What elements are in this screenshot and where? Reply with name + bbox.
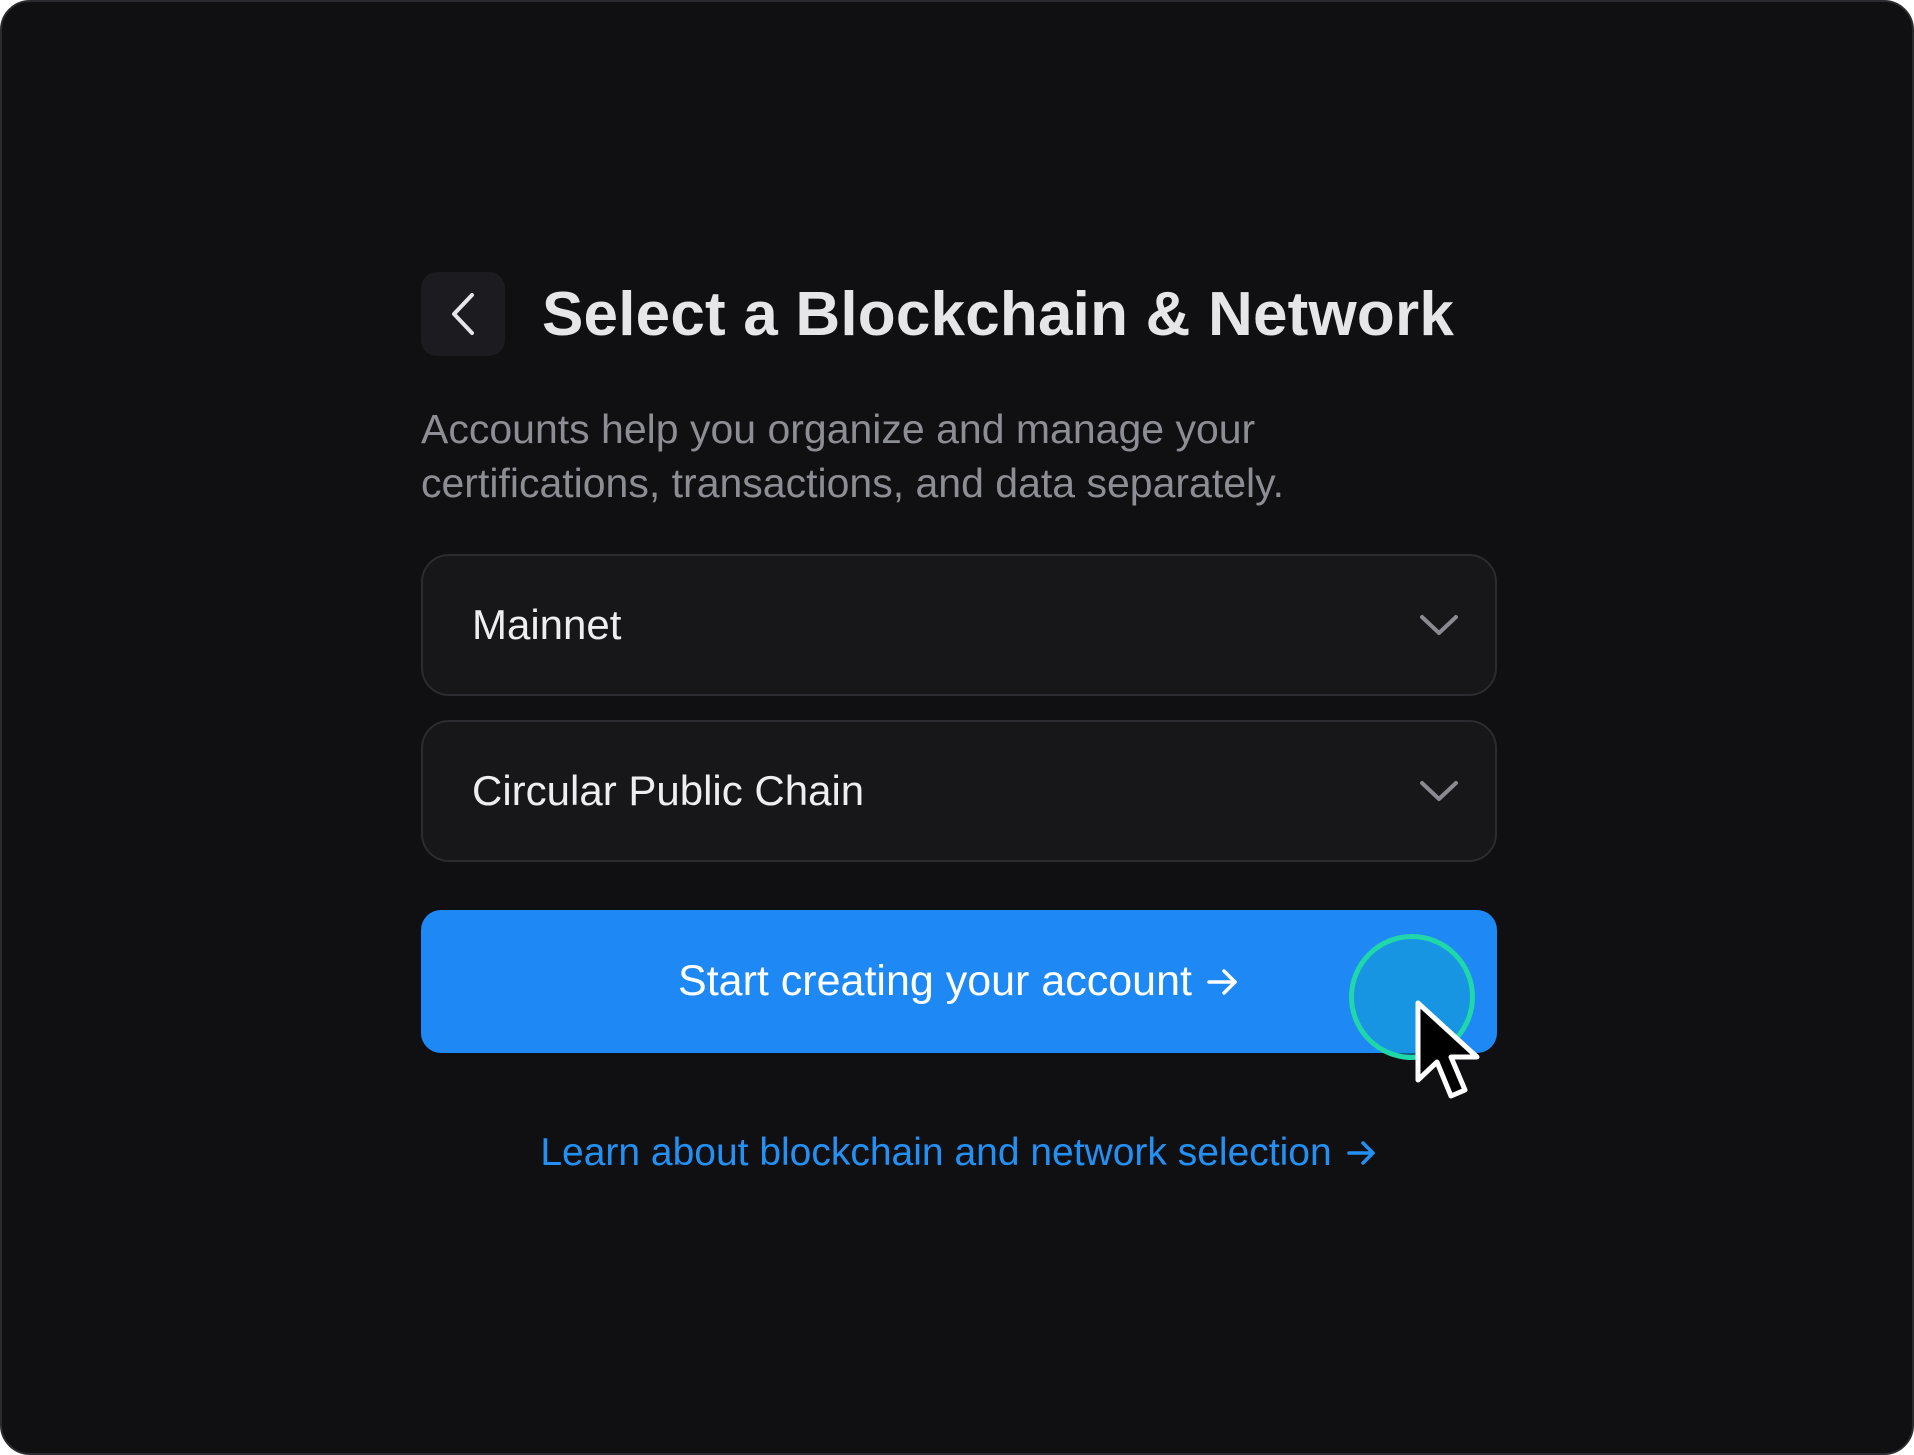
blockchain-select[interactable]: Circular Public Chain	[421, 720, 1497, 862]
mouse-pointer-icon	[1413, 998, 1483, 1113]
network-select[interactable]: Mainnet	[421, 554, 1497, 696]
description-line-1: Accounts help you organize and manage yo…	[421, 406, 1256, 452]
arrow-right-icon	[1206, 967, 1240, 997]
app-window: Select a Blockchain & Network Accounts h…	[0, 0, 1914, 1455]
description-line-2: certifications, transactions, and data s…	[421, 460, 1284, 506]
header: Select a Blockchain & Network	[421, 272, 1497, 356]
network-selection-panel: Select a Blockchain & Network Accounts h…	[421, 272, 1497, 1175]
learn-selection-link-label: Learn about blockchain and network selec…	[540, 1131, 1332, 1174]
chevron-down-icon	[1419, 779, 1459, 803]
network-select-value: Mainnet	[472, 601, 622, 648]
learn-selection-link[interactable]: Learn about blockchain and network selec…	[421, 1131, 1497, 1175]
back-button[interactable]	[421, 272, 505, 356]
arrow-right-icon	[1346, 1139, 1378, 1167]
blockchain-select-value: Circular Public Chain	[472, 767, 865, 814]
page-description: Accounts help you organize and manage yo…	[421, 402, 1497, 510]
start-creating-account-label: Start creating your account	[678, 957, 1192, 1005]
chevron-down-icon	[1419, 613, 1459, 637]
chevron-left-icon	[448, 291, 478, 337]
page-title: Select a Blockchain & Network	[542, 279, 1455, 349]
start-creating-account-button[interactable]: Start creating your account	[421, 910, 1497, 1099]
